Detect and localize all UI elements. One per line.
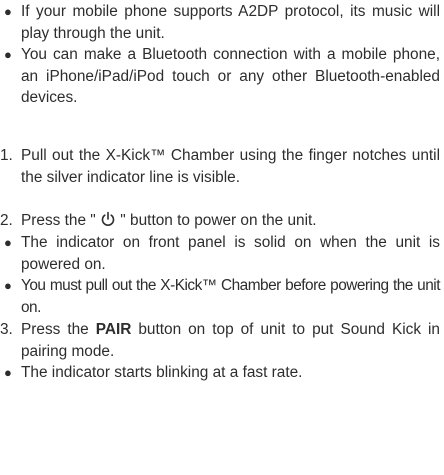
step-text: Press the PAIR button on top of unit to … xyxy=(21,319,440,362)
power-icon xyxy=(101,211,115,226)
step-2: 2. Press the " " button to power on the … xyxy=(0,210,444,232)
bullet-item-a2dp: ● If your mobile phone supports A2DP pro… xyxy=(0,1,444,44)
bullet-icon: ● xyxy=(4,365,12,380)
bullet-text: The indicator starts blinking at a fast … xyxy=(21,364,303,381)
step-text-after: " button to power on the unit. xyxy=(116,212,317,229)
bullet-text: The indicator on front panel is solid on… xyxy=(21,234,440,273)
step-number: 3. xyxy=(0,321,13,338)
bullet-text: You can make a Bluetooth connection with… xyxy=(21,46,440,106)
step-text: Pull out the X-Kick™ Chamber using the f… xyxy=(21,147,440,186)
step-text: Press the " " button to power on the uni… xyxy=(21,210,440,232)
manual-page: ● If your mobile phone supports A2DP pro… xyxy=(0,0,444,475)
bullet-icon: ● xyxy=(4,278,12,293)
step-1: 1. Pull out the X-Kick™ Chamber using th… xyxy=(0,145,444,188)
bullet-icon: ● xyxy=(4,4,12,19)
step-text-before: Press the xyxy=(21,321,96,338)
bullet-icon: ● xyxy=(4,235,12,250)
step-3: 3. Press the PAIR button on top of unit … xyxy=(0,319,444,362)
bullet-icon: ● xyxy=(4,47,12,62)
bullet-item-pull-out: ● You must pull out the X-Kick™ Chamber … xyxy=(0,275,444,318)
step-number: 2. xyxy=(0,212,13,229)
bullet-text: If your mobile phone supports A2DP proto… xyxy=(21,3,440,42)
step-text-before: Press the " xyxy=(21,212,101,229)
bullet-text: You must pull out the X-Kick™ Chamber be… xyxy=(21,277,441,316)
bullet-item-indicator-solid: ● The indicator on front panel is solid … xyxy=(0,232,444,275)
step-number: 1. xyxy=(0,147,13,164)
pair-label: PAIR xyxy=(95,321,132,338)
bullet-item-bluetooth: ● You can make a Bluetooth connection wi… xyxy=(0,44,444,109)
bullet-item-blinking: ● The indicator starts blinking at a fas… xyxy=(0,362,444,384)
